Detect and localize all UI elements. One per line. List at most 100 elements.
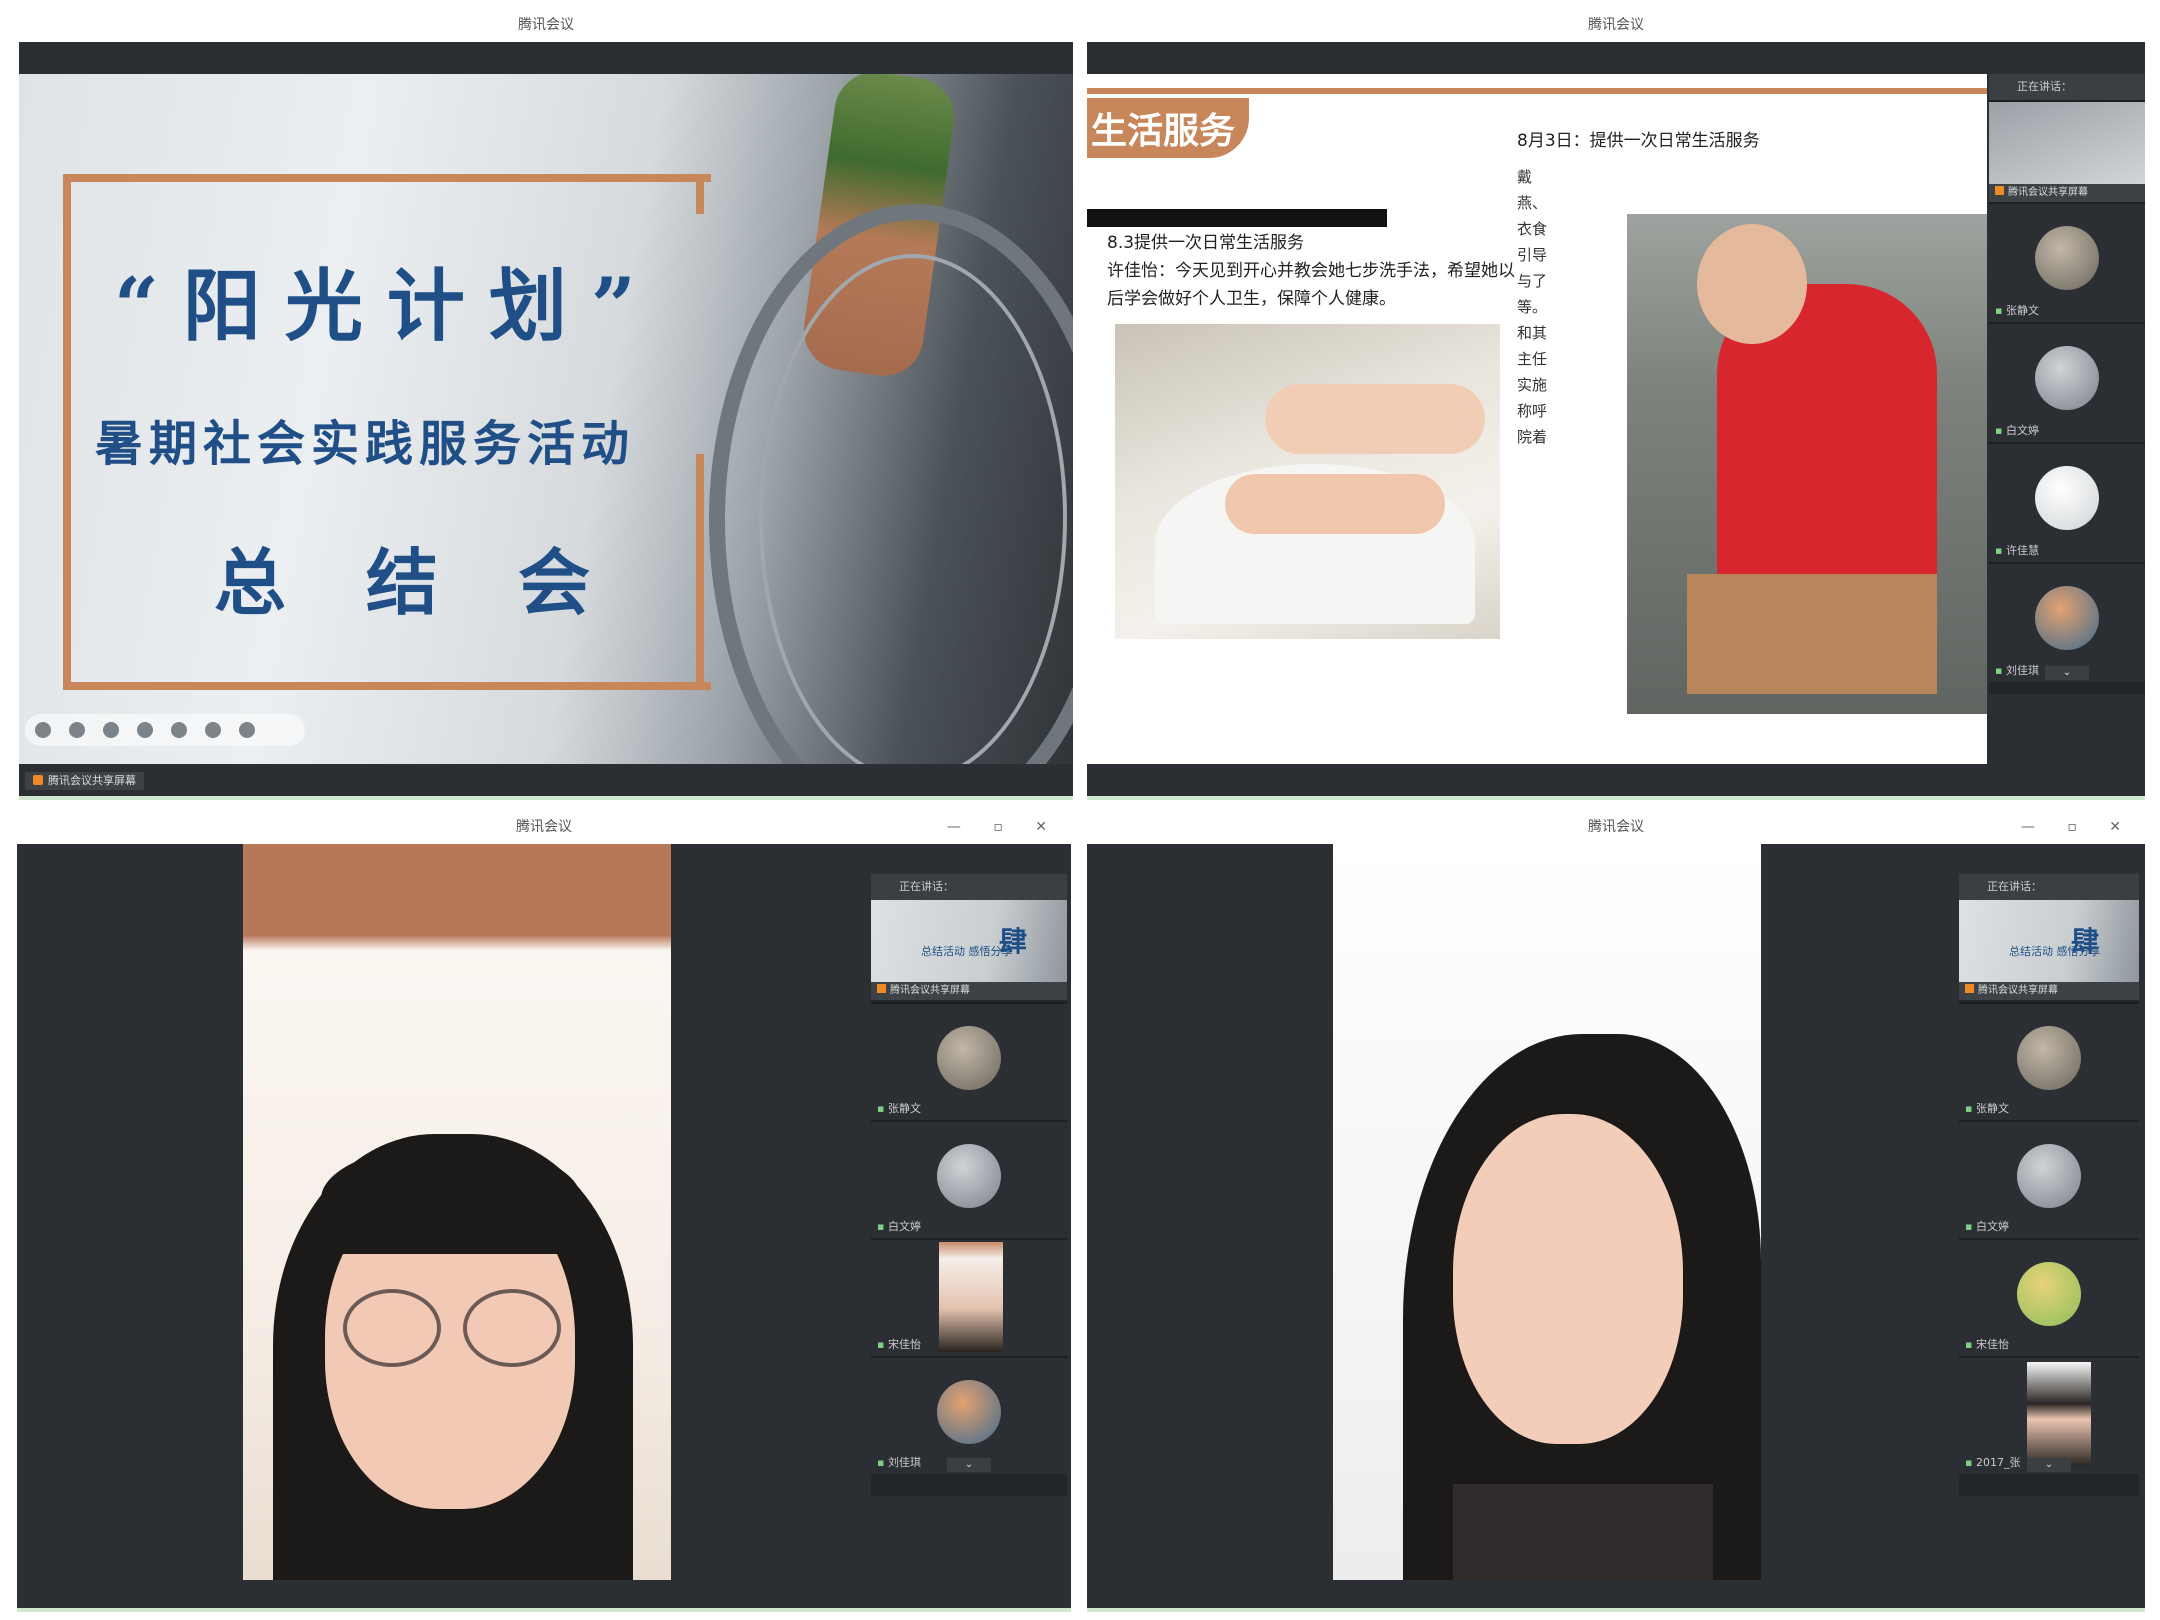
top-strip [19, 42, 1073, 74]
pointer-icon[interactable] [35, 722, 51, 738]
avatar [2017, 1262, 2081, 1326]
glasses [343, 1289, 441, 1367]
annotation-toolbar[interactable] [25, 714, 305, 746]
mic-icon [1965, 984, 1974, 993]
hand-image [1225, 474, 1445, 534]
participant-tile[interactable]: 张静文 [1989, 202, 2145, 322]
caption-title: 8.3提供一次日常生活服务 [1107, 233, 1305, 253]
participant-name: 白文婷 [877, 1218, 921, 1234]
participant-tile[interactable]: 2017_张 ⌄ [1959, 1356, 2139, 1474]
screenshot-icon[interactable] [137, 722, 153, 738]
slide-frame-edge [696, 174, 704, 214]
photo-caption: 8.3提供一次日常生活服务 许佳怡：今天见到开心并教会她七步洗手法，希望她以后学… [1107, 229, 1527, 313]
hand-image [1265, 384, 1485, 454]
speaking-header: 正在讲话： [1989, 74, 2145, 100]
glasses [463, 1289, 561, 1367]
chat-icon[interactable] [205, 722, 221, 738]
chevron-down-icon[interactable]: ⌄ [2045, 666, 2089, 680]
bottom-bar [1087, 768, 2145, 800]
redaction-bar [1087, 209, 1387, 227]
person-face [1697, 224, 1807, 344]
participant-tile[interactable]: 腾讯会议共享屏幕 [1989, 100, 2145, 202]
participant-tile[interactable]: 刘佳琪 ⌄ [871, 1356, 1067, 1474]
date-line: 8月3日：提供一次日常生活服务 [1517, 131, 1760, 151]
shared-screen-thumb[interactable]: 肆 总结活动 感悟分享 腾讯会议共享屏幕 [1959, 900, 2139, 1000]
participant-tile[interactable]: 白文婷 [871, 1120, 1067, 1238]
participant-name: 许佳慧 [1995, 542, 2039, 558]
main-video [243, 844, 671, 1604]
side-text: 戴燕、衣食引导与了等。和其主任实施称呼院着 [1517, 168, 1548, 446]
window-controls[interactable]: — ▫ ✕ [2021, 810, 2135, 844]
bottom-bar [17, 1580, 1071, 1612]
participant-tile[interactable]: 张静文 [871, 1002, 1067, 1120]
person-face [1453, 1114, 1683, 1444]
wheelchair-rim-image [759, 254, 1067, 764]
avatar [937, 1144, 1001, 1208]
participant-tile[interactable]: 宋佳怡 [871, 1238, 1067, 1356]
speaking-header: 正在讲话： [871, 874, 1067, 900]
slide-header-line [1087, 88, 1987, 94]
cutting-board [1687, 574, 1937, 694]
window-title: 腾讯会议 [1087, 810, 2145, 844]
thumb-bar: 腾讯会议共享屏幕 [1959, 982, 2139, 1000]
participants-panel: 正在讲话： 肆 总结活动 感悟分享 腾讯会议共享屏幕 张静文 白文婷 宋佳怡 刘… [871, 874, 1067, 1496]
meeting-window-3: 腾讯会议 — ▫ ✕ 正在讲话： 肆 总结活动 感悟分享 腾讯会议共享屏幕 张静… [17, 810, 1071, 1612]
avatar [937, 1380, 1001, 1444]
top-strip [1087, 42, 2145, 74]
window-title: 腾讯会议 [1087, 8, 2145, 42]
participant-name: 刘佳琪 [877, 1454, 921, 1470]
avatar [2017, 1144, 2081, 1208]
avatar [2035, 586, 2099, 650]
window-controls[interactable]: — ▫ ✕ [947, 810, 1061, 844]
mic-icon [877, 984, 886, 993]
participant-tile[interactable]: 白文婷 [1959, 1120, 2139, 1238]
chevron-down-icon[interactable]: ⌄ [2027, 1458, 2071, 1472]
person-bangs [321, 1144, 581, 1254]
participant-name: 宋佳怡 [1965, 1336, 2009, 1352]
participant-tile[interactable]: 刘佳琪 ⌄ [1989, 562, 2145, 682]
participant-name: 2017_张 [1965, 1454, 2021, 1470]
avatar [2035, 226, 2099, 290]
participant-video [939, 1242, 1003, 1352]
pen-icon[interactable] [103, 722, 119, 738]
thumb-bar-label: 腾讯会议共享屏幕 [2008, 187, 2088, 198]
camera-icon[interactable] [171, 722, 187, 738]
participant-name: 白文婷 [1965, 1218, 2009, 1234]
chevron-down-icon[interactable]: ⌄ [947, 1458, 991, 1472]
slide-subtitle: 暑期社会实践服务活动 [95, 416, 636, 472]
participant-name: 刘佳琪 [1995, 662, 2039, 678]
thumb-text: 总结活动 感悟分享 [2009, 945, 2101, 958]
avatar [2017, 1026, 2081, 1090]
participant-name: 宋佳怡 [877, 1336, 921, 1352]
shared-screen-thumb[interactable]: 肆 总结活动 感悟分享 腾讯会议共享屏幕 [871, 900, 1067, 1000]
speaker-name: 腾讯会议共享屏幕 [48, 774, 136, 787]
thumb-bar: 腾讯会议共享屏幕 [871, 982, 1067, 1000]
participant-tile[interactable]: 宋佳怡 [1959, 1238, 2139, 1356]
slide-title: “阳光计划” [114, 261, 660, 352]
slide-section-title: 生活服务 [1087, 98, 1250, 158]
main-video [1333, 844, 1761, 1604]
thumb-bar: 腾讯会议共享屏幕 [1989, 184, 2145, 202]
participant-name: 张静文 [1965, 1100, 2009, 1116]
slide-heading: 总结会 [214, 541, 671, 625]
participant-tile[interactable]: 白文婷 [1989, 322, 2145, 442]
window-title: 腾讯会议 [17, 810, 1071, 844]
more-icon[interactable] [239, 722, 255, 738]
thumb-bar-label: 腾讯会议共享屏幕 [1978, 985, 2058, 996]
meeting-window-2: 腾讯会议 生活服务 8.3提供一次日常生活服务 许佳怡：今天见到开心并教会她七步… [1087, 8, 2145, 800]
slide-frame-edge-lower [696, 454, 704, 682]
participant-name: 白文婷 [1995, 422, 2039, 438]
participant-name: 张静文 [877, 1100, 921, 1116]
participant-name: 张静文 [1995, 302, 2039, 318]
participant-tile[interactable]: 张静文 [1959, 1002, 2139, 1120]
cooking-photo [1627, 214, 1987, 714]
avatar [2035, 466, 2099, 530]
meeting-window-4: 腾讯会议 — ▫ ✕ 正在讲话： 肆 总结活动 感悟分享 腾讯会议共享屏幕 张静… [1087, 810, 2145, 1612]
participant-tile[interactable]: 许佳慧 [1989, 442, 2145, 562]
participants-panel: 正在讲话： 肆 总结活动 感悟分享 腾讯会议共享屏幕 张静文 白文婷 宋佳怡 2… [1959, 874, 2139, 1496]
window-title: 腾讯会议 [19, 8, 1073, 42]
record-icon[interactable] [69, 722, 85, 738]
speaking-header: 正在讲话： [1959, 874, 2139, 900]
bottom-bar [1087, 1580, 2145, 1612]
participants-panel: 正在讲话： 腾讯会议共享屏幕 张静文 白文婷 许佳慧 刘佳琪 ⌄ [1989, 74, 2145, 694]
